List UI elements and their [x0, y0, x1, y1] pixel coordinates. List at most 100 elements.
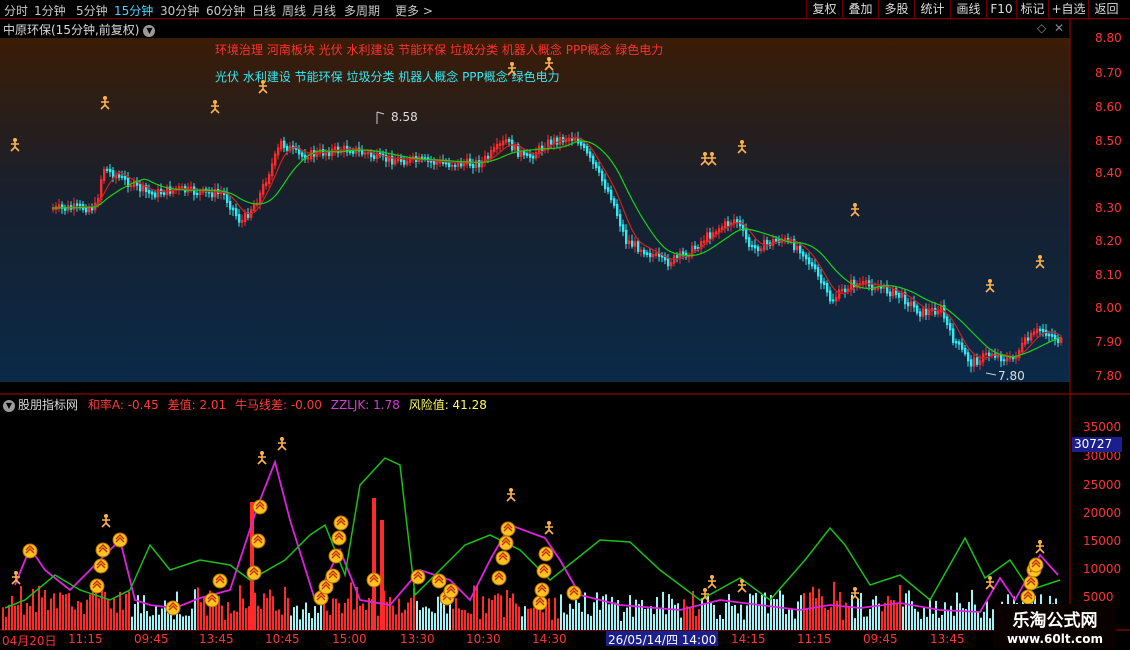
- volume-bar: [182, 616, 184, 630]
- volume-bar: [344, 602, 346, 630]
- volume-bar: [920, 618, 922, 630]
- volume-bar: [923, 608, 925, 630]
- candle-body: [745, 228, 748, 240]
- candle-body: [607, 187, 610, 192]
- volume-bar: [815, 598, 817, 630]
- volume-bar: [212, 604, 214, 630]
- candle-body: [580, 141, 583, 146]
- volume-bar: [623, 611, 625, 630]
- candle-body: [925, 308, 928, 316]
- runner-icon: [277, 437, 287, 451]
- coin-icon: [325, 568, 341, 584]
- volume-bar: [527, 608, 529, 630]
- volume-bar: [347, 598, 349, 630]
- candle-body: [751, 244, 754, 248]
- volume-bar: [635, 599, 637, 630]
- volume-bar: [62, 594, 64, 630]
- volume-bar: [950, 605, 952, 630]
- volume-bar: [83, 614, 85, 630]
- volume-bar: [146, 611, 148, 630]
- runner-body: [985, 580, 995, 590]
- indicator-value-bullbear: 牛马线差: -0.00: [234, 398, 322, 412]
- volume-bar: [668, 594, 670, 630]
- candle-body: [391, 155, 394, 165]
- candle-body: [364, 152, 367, 155]
- candle-body: [889, 291, 892, 297]
- volume-bar: [704, 603, 706, 630]
- volume-bar: [944, 602, 946, 630]
- runner-body: [1035, 544, 1045, 554]
- volume-bar: [119, 591, 121, 630]
- volume-bar: [494, 595, 496, 630]
- coin-icon: [498, 535, 514, 551]
- volume-bar: [656, 596, 658, 630]
- volume-bar: [38, 585, 40, 630]
- candle-body: [541, 145, 544, 151]
- runner-body: [277, 441, 287, 451]
- chart-canvas: [0, 18, 1130, 631]
- candle-body: [499, 143, 502, 146]
- candle-body: [967, 352, 970, 362]
- stock-chart-app: 分时 1分钟 5分钟 15分钟 30分钟 60分钟 日线 周线 月线 多周期 更…: [0, 0, 1130, 650]
- candle-body: [532, 155, 535, 159]
- candle-body: [487, 155, 490, 159]
- candle-body: [475, 159, 478, 168]
- volume-bar: [941, 614, 943, 630]
- runner-body: [985, 283, 995, 293]
- candle-body: [157, 188, 160, 198]
- volume-bar: [455, 598, 457, 630]
- candle-body: [838, 289, 841, 299]
- volume-bar: [200, 602, 202, 630]
- chevron-down-icon[interactable]: ▼: [3, 400, 15, 412]
- volume-bar: [272, 596, 274, 630]
- volume-bar: [563, 612, 565, 630]
- volume-bar: [149, 616, 151, 630]
- volume-bar: [695, 616, 697, 630]
- candle-body: [583, 143, 586, 148]
- volume-bar: [728, 594, 730, 630]
- volume-bar: [722, 618, 724, 630]
- volume-bar: [56, 608, 58, 630]
- volume-bar: [647, 608, 649, 630]
- runner-head: [988, 576, 992, 580]
- coin-icon: [431, 573, 447, 589]
- volume-bar: [746, 605, 748, 630]
- volume-bar: [116, 612, 118, 630]
- runner-head: [509, 488, 513, 492]
- candle-body: [1048, 333, 1051, 337]
- price-tick: 8.10: [1095, 268, 1122, 282]
- runner-body: [507, 66, 517, 76]
- indicator-values: 和率A: -0.45 差值: 2.01 牛马线差: -0.00 ZZLJK: 1…: [88, 398, 492, 412]
- volume-bar: [134, 603, 136, 630]
- volume-bar: [458, 608, 460, 630]
- candle-body: [1039, 328, 1042, 331]
- volume-bar: [896, 602, 898, 630]
- volume-bar: [971, 589, 973, 630]
- coin-icon: [204, 592, 220, 608]
- candle-body: [262, 184, 265, 195]
- candle-body: [367, 152, 370, 155]
- candle-body: [703, 240, 706, 244]
- runner-icon: [985, 576, 995, 590]
- volume-bar: [86, 599, 88, 630]
- runner-icon: [210, 100, 220, 114]
- time-label: 14:15: [731, 632, 766, 646]
- runner-icon: [544, 57, 554, 71]
- candle-body: [676, 255, 679, 258]
- runner-body: [1035, 259, 1045, 269]
- candle-body: [280, 140, 283, 150]
- runner-head: [213, 100, 217, 104]
- volume-bar: [17, 605, 19, 630]
- volume-bar: [2, 607, 4, 630]
- candle-body: [622, 224, 625, 232]
- candle-body: [598, 166, 601, 173]
- runner-icon: [506, 488, 516, 502]
- volume-bar: [242, 598, 244, 630]
- volume-bar: [476, 586, 478, 630]
- volume-bar: [518, 606, 520, 630]
- volume-bar: [884, 602, 886, 630]
- volume-bar: [689, 607, 691, 630]
- volume-bar: [479, 619, 481, 630]
- candle-body: [670, 261, 673, 267]
- volume-bar: [755, 592, 757, 630]
